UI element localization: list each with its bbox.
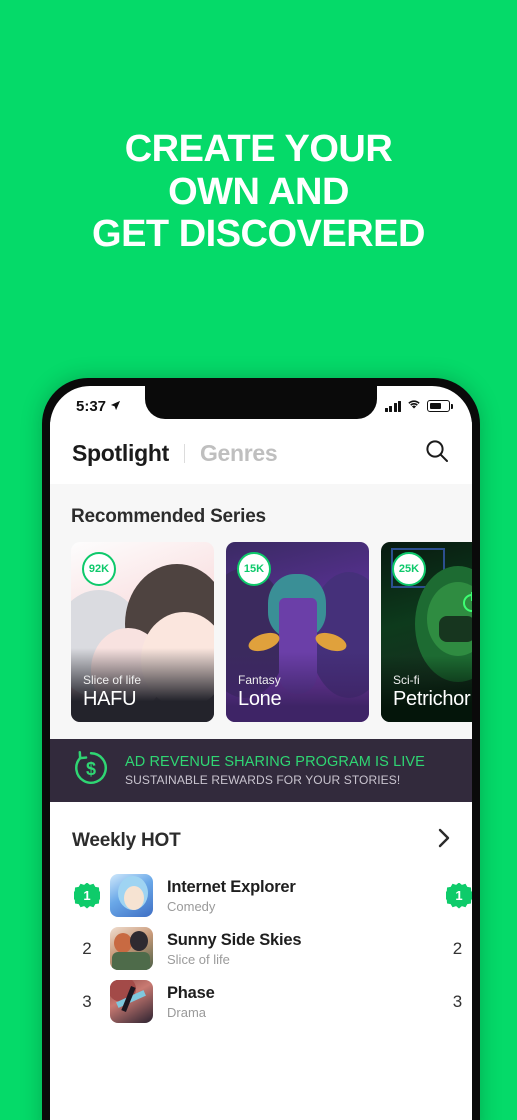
- recommended-carousel[interactable]: 92K Slice of life HAFU 15K Fantasy Lone …: [50, 542, 472, 722]
- banner-title: AD REVENUE SHARING PROGRAM IS LIVE: [125, 754, 425, 770]
- weekly-hot-column-1: 1 Internet Explorer Comedy 2 Sunny Side …: [50, 869, 424, 1028]
- series-card-labels: Sci-fi Petrichor: [393, 673, 471, 711]
- rank-number: 1: [446, 882, 472, 909]
- rank-badge: 1: [72, 882, 102, 909]
- weekly-hot-header[interactable]: Weekly HOT: [50, 802, 472, 869]
- series-genre: Drama: [167, 1004, 207, 1020]
- cellular-signal-icon: [384, 400, 401, 412]
- search-icon[interactable]: [424, 438, 450, 469]
- series-card-lone[interactable]: 15K Fantasy Lone: [226, 542, 369, 722]
- phone-notch: [145, 386, 377, 419]
- banner-subtitle: SUSTAINABLE REWARDS FOR YOUR STORIES!: [125, 773, 401, 787]
- rank-number: 1: [74, 882, 100, 909]
- clock-time: 5:37: [76, 397, 107, 415]
- series-thumbnail: [110, 927, 153, 970]
- list-item[interactable]: 1 Internet Explorer Comedy: [50, 869, 424, 922]
- series-thumbnail: [110, 874, 153, 917]
- money-recycle-icon: $: [72, 749, 110, 792]
- rank-number: 2: [82, 938, 92, 958]
- series-genre: Fantasy: [238, 673, 281, 687]
- rank-badge: 1: [446, 882, 472, 909]
- weekly-hot-title: Weekly HOT: [72, 829, 181, 851]
- series-card-labels: Fantasy Lone: [238, 673, 282, 711]
- series-genre: Sci-fi: [393, 673, 420, 687]
- series-genre: Slice of life: [167, 951, 230, 967]
- list-item[interactable]: 2: [424, 922, 472, 975]
- list-item[interactable]: 3: [424, 975, 472, 1028]
- svg-text:$: $: [86, 759, 96, 779]
- recommended-section: Recommended Series 92K Slice of life HAF…: [50, 484, 472, 739]
- series-name: Petrichor: [393, 688, 471, 710]
- view-count-badge: 15K: [237, 552, 271, 586]
- top-navigation: Spotlight Genres: [50, 422, 472, 484]
- rank-number: 2: [452, 938, 463, 958]
- scroll-content[interactable]: Recommended Series 92K Slice of life HAF…: [50, 484, 472, 1120]
- series-card-hafu[interactable]: 92K Slice of life HAFU: [71, 542, 214, 722]
- series-info: Internet Explorer Comedy: [167, 878, 296, 914]
- page-title: CREATE YOUR OWN AND GET DISCOVERED: [0, 128, 517, 256]
- series-genre: Slice of life: [83, 673, 142, 687]
- list-item[interactable]: 3 Phase Drama: [50, 975, 424, 1028]
- headline-line-3: GET DISCOVERED: [92, 213, 425, 256]
- weekly-hot-columns: 1 Internet Explorer Comedy 2 Sunny Side …: [50, 869, 472, 1028]
- phone-mockup: 5:37 Spotlight Genres Recommended Series…: [42, 378, 480, 1120]
- rank-number: 3: [452, 991, 463, 1011]
- wifi-icon: [407, 397, 421, 415]
- view-count-badge: 92K: [82, 552, 116, 586]
- battery-icon: [427, 400, 453, 412]
- tab-spotlight[interactable]: Spotlight: [72, 440, 169, 467]
- chevron-right-icon[interactable]: [438, 828, 450, 853]
- ad-revenue-banner[interactable]: $ AD REVENUE SHARING PROGRAM IS LIVE SUS…: [50, 739, 472, 802]
- series-name: Lone: [238, 688, 282, 710]
- headline-line-2: OWN AND: [168, 170, 349, 213]
- weekly-hot-section: Weekly HOT 1 Internet Explorer Comedy 2 …: [50, 802, 472, 1028]
- tab-divider: [183, 443, 185, 463]
- series-card-labels: Slice of life HAFU: [83, 673, 141, 711]
- series-name: HAFU: [83, 688, 137, 710]
- list-item[interactable]: 1: [424, 869, 472, 922]
- location-arrow-icon: [110, 398, 121, 415]
- status-bar-right: [384, 397, 453, 415]
- rank-number: 3: [82, 991, 92, 1011]
- status-bar-left: 5:37: [76, 398, 121, 415]
- weekly-hot-column-2: 1 2 3: [424, 869, 472, 1028]
- recommended-title: Recommended Series: [71, 506, 266, 527]
- series-genre: Comedy: [167, 898, 216, 914]
- list-item[interactable]: 2 Sunny Side Skies Slice of life: [50, 922, 424, 975]
- series-card-petrichor[interactable]: 25K Sci-fi Petrichor: [381, 542, 472, 722]
- banner-text-block: AD REVENUE SHARING PROGRAM IS LIVE SUSTA…: [125, 754, 425, 787]
- headline-line-1: CREATE YOUR: [124, 128, 393, 170]
- series-name: Sunny Side Skies: [167, 930, 302, 949]
- series-name: Phase: [167, 983, 215, 1002]
- series-info: Phase Drama: [167, 984, 215, 1020]
- series-name: Internet Explorer: [167, 877, 296, 896]
- phone-screen: 5:37 Spotlight Genres Recommended Series…: [50, 386, 472, 1120]
- series-info: Sunny Side Skies Slice of life: [167, 930, 302, 967]
- view-count-badge: 25K: [392, 552, 426, 586]
- tab-genres[interactable]: Genres: [200, 440, 278, 467]
- series-thumbnail: [110, 980, 153, 1023]
